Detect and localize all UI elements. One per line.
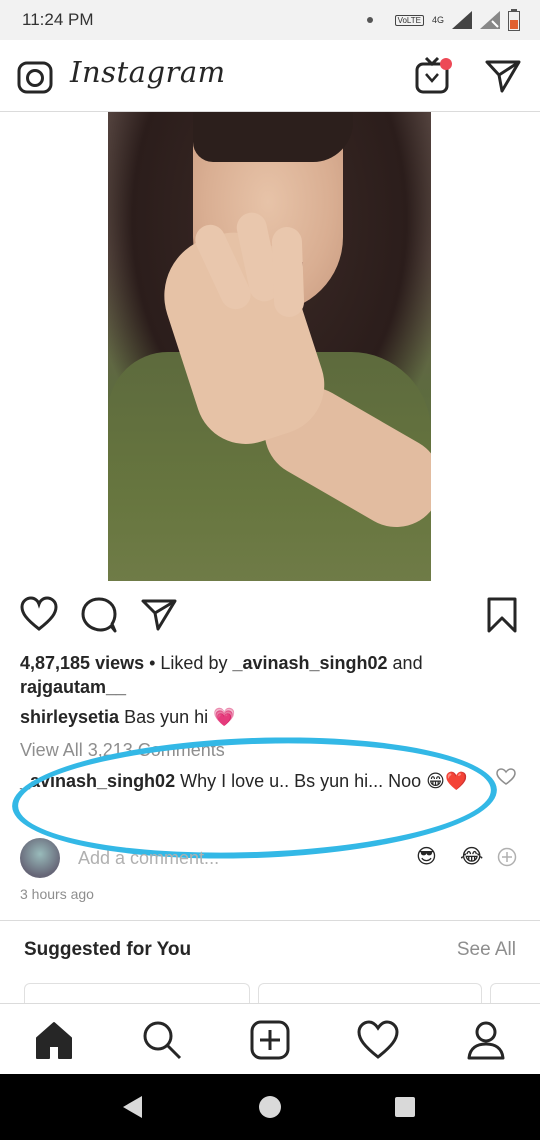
direct-message-icon[interactable] [484,58,522,94]
more-emoji-plus-icon[interactable] [497,847,517,867]
caption-username[interactable]: shirleysetia [20,707,119,727]
comment-username[interactable]: _avinash_singh02 [20,771,175,791]
comment-icon[interactable] [80,596,118,634]
volte-icon: VoLTE [394,14,424,26]
battery-icon [508,9,520,31]
save-bookmark-icon[interactable] [486,596,518,634]
comment-item: _avinash_singh02 Why I love u.. Bs yun h… [20,768,480,794]
caption-text: Bas yun hi 💗 [119,707,236,727]
home-icon[interactable] [32,1018,76,1062]
signal-icon [452,11,472,29]
camera-icon[interactable] [16,58,54,96]
bottom-tab-bar [0,1003,540,1074]
recents-icon[interactable] [393,1095,417,1119]
liked-by-user-1[interactable]: _avinash_singh02 [232,653,387,673]
activity-heart-icon[interactable] [356,1018,400,1062]
post-video[interactable] [108,112,431,581]
search-icon[interactable] [140,1018,184,1062]
user-avatar[interactable] [20,838,60,878]
network-type-label: 4G [431,15,444,25]
suggested-card[interactable] [490,983,540,1003]
notification-dot-icon [366,17,373,23]
quick-emoji-sunglasses-icon[interactable]: 😎 [416,844,437,869]
status-icons: VoLTE 4G [366,6,520,34]
instagram-logo: Instagram [70,55,226,89]
views-liked-by: 4,87,185 views • Liked by _avinash_singh… [20,651,520,699]
view-all-comments-link[interactable]: View All 3,213 Comments [20,740,225,761]
signal-2-icon [480,11,500,29]
liked-by-user-2[interactable]: rajgautam__ [20,677,126,697]
like-heart-icon[interactable] [20,596,58,632]
add-comment-input[interactable]: Add a comment... [78,848,219,869]
suggested-card[interactable] [24,983,250,1003]
share-icon[interactable] [140,598,178,632]
liked-by-and: and [387,653,423,673]
status-bar: 11:24 PM VoLTE 4G [0,0,540,40]
system-navigation-bar [0,1074,540,1140]
status-time: 11:24 PM [22,10,94,29]
post-timestamp: 3 hours ago [20,886,94,902]
comment-text: Why I love u.. Bs yun hi... Noo 😁❤️ [175,771,468,791]
comment-like-heart-icon[interactable] [496,768,516,786]
post-caption: shirleysetia Bas yun hi 💗 [20,705,236,729]
suggested-card[interactable] [258,983,482,1003]
profile-icon[interactable] [464,1018,508,1062]
add-comment-row: Add a comment... 😎 😂 [20,838,520,878]
post-actions [0,590,540,640]
suggested-title: Suggested for You [24,939,192,960]
top-bar: Instagram [0,40,540,112]
section-divider [0,920,540,921]
igtv-icon[interactable] [413,54,455,96]
back-icon[interactable] [120,1094,146,1120]
see-all-link[interactable]: See All [457,939,516,961]
quick-emoji-laughing-icon[interactable]: 😂 [460,844,483,869]
igtv-badge-icon [440,58,452,70]
new-post-icon[interactable] [248,1018,292,1062]
liked-by-prefix: • Liked by [144,653,233,673]
home-nav-icon[interactable] [257,1094,283,1120]
views-count[interactable]: 4,87,185 views [20,653,144,673]
